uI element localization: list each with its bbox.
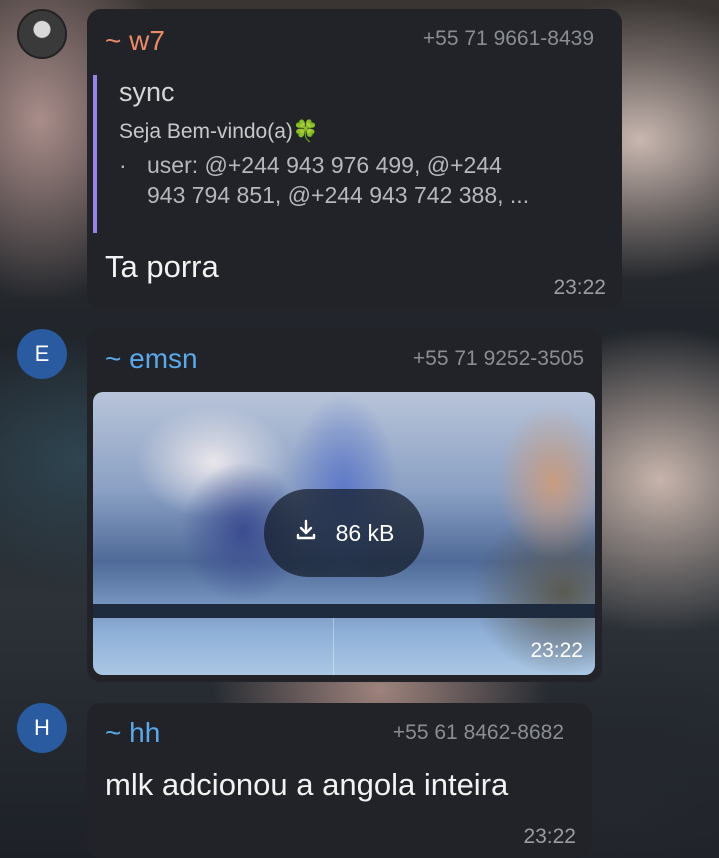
message-text: Ta porra (105, 249, 219, 284)
quoted-reply[interactable]: sync Seja Bem-vindo(a)🍀 · user: @+244 94… (93, 75, 619, 233)
sender-name[interactable]: ~ hh (105, 717, 160, 749)
sender-name[interactable]: ~ emsn (105, 343, 198, 375)
reply-subtitle: Seja Bem-vindo(a)🍀 (119, 120, 320, 143)
message-bubble-w7[interactable]: ~ w7 +55 71 9661-8439 sync Seja Bem-vind… (87, 9, 622, 309)
message-bubble-hh[interactable]: ~ hh +55 61 8462-8682 mlk adcionou a ang… (87, 703, 592, 858)
avatar-w7[interactable] (17, 9, 67, 59)
file-size: 86 kB (335, 519, 395, 546)
reply-title: sync (119, 77, 175, 107)
avatar-emsn[interactable]: E (17, 329, 67, 379)
message-text: mlk adcionou a angola inteira (105, 767, 509, 802)
image-strip (93, 604, 595, 618)
message-time: 23:22 (553, 276, 606, 299)
message-bubble-emsn[interactable]: ~ emsn +55 71 9252-3505 86 kB 23:22 (87, 329, 602, 682)
download-icon (294, 518, 318, 548)
sender-phone: +55 61 8462-8682 (392, 721, 564, 744)
bullet: · (119, 152, 127, 178)
avatar-hh[interactable]: H (17, 703, 67, 753)
download-button[interactable]: 86 kB (264, 489, 424, 577)
message-time: 23:22 (530, 639, 583, 662)
reply-text-line: 943 794 851, @+244 943 742 388, ... (147, 182, 530, 208)
blurred-image-preview[interactable]: 86 kB 23:22 (93, 392, 595, 675)
message-time: 23:22 (523, 825, 576, 848)
sender-name[interactable]: ~ w7 (105, 25, 165, 57)
sender-phone: +55 71 9661-8439 (422, 27, 594, 50)
reply-text-line: user: @+244 943 976 499, @+244 (147, 152, 502, 178)
sender-phone: +55 71 9252-3505 (412, 347, 584, 370)
reply-text: · user: @+244 943 976 499, @+244 943 794… (119, 150, 619, 210)
image-divider (333, 618, 334, 675)
